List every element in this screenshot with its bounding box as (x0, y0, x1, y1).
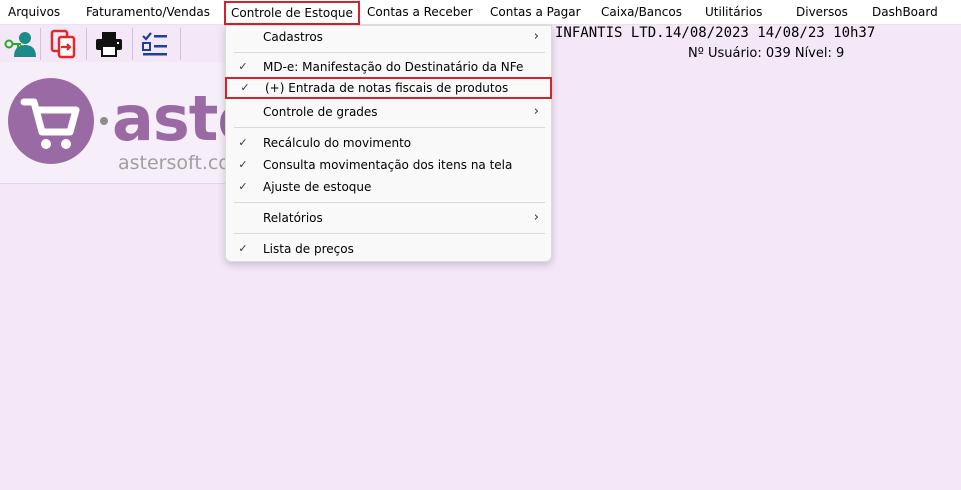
print-button[interactable] (89, 28, 129, 60)
chevron-right-icon: › (533, 210, 539, 225)
menu-item-relatorios[interactable]: Relatórios › (226, 207, 551, 229)
menu-item-entrada-notas-fiscais[interactable]: ✓ (+) Entrada de notas fiscais de produt… (225, 77, 552, 99)
menu-contas-a-pagar[interactable]: Contas a Pagar (490, 0, 581, 25)
menu-separator (234, 202, 545, 203)
menu-item-label: Recálculo do movimento (263, 136, 412, 150)
logo-dot (100, 117, 108, 125)
menu-item-label: Consulta movimentação dos itens na tela (263, 158, 513, 172)
menu-item-cadastros[interactable]: Cadastros › (226, 26, 551, 48)
check-icon: ✓ (238, 136, 248, 149)
menu-item-consulta-movimentacao[interactable]: ✓ Consulta movimentação dos itens na tel… (226, 154, 551, 176)
printer-icon (96, 32, 122, 57)
menu-item-label: (+) Entrada de notas fiscais de produtos (265, 81, 509, 95)
chevron-right-icon: › (533, 104, 539, 119)
chevron-right-icon: › (533, 29, 539, 44)
document-exchange-button[interactable] (43, 28, 83, 60)
check-icon: ✓ (240, 81, 250, 94)
toolbar-separator (86, 28, 87, 60)
menu-item-label: Relatórios (263, 211, 323, 225)
check-icon: ✓ (238, 60, 248, 73)
toolbar (0, 26, 225, 62)
menu-separator (234, 233, 545, 234)
document-exchange-icon (50, 29, 76, 59)
menu-item-label: Ajuste de estoque (263, 180, 372, 194)
toolbar-separator (180, 28, 181, 60)
check-icon: ✓ (238, 242, 248, 255)
company-date-status: INFANTIS LTD.14/08/2023 14/08/23 10h37 (555, 25, 876, 41)
checklist-button[interactable] (135, 28, 175, 60)
logo-url: astersoft.com (118, 152, 226, 174)
checklist-icon (142, 32, 167, 56)
logo-circle (8, 78, 94, 164)
menu-item-recalculo-movimento[interactable]: ✓ Recálculo do movimento (226, 132, 551, 154)
menu-separator (234, 52, 545, 53)
toolbar-separator (40, 28, 41, 60)
menu-faturamento-vendas[interactable]: Faturamento/Vendas (86, 0, 210, 25)
logo-wordmark: aster (112, 82, 226, 155)
logo-banner: aster astersoft.com (0, 62, 226, 184)
user-key-button[interactable] (0, 28, 40, 60)
check-icon: ✓ (238, 180, 248, 193)
menu-item-label: MD-e: Manifestação do Destinatário da NF… (263, 60, 524, 74)
menu-bar: Arquivos Faturamento/Vendas Controle de … (0, 0, 961, 25)
menu-item-label: Controle de grades (263, 105, 378, 119)
toolbar-separator (132, 28, 133, 60)
user-key-icon (4, 32, 36, 57)
controle-de-estoque-dropdown: Cadastros › ✓ MD-e: Manifestação do Dest… (225, 25, 552, 262)
menu-separator (234, 127, 545, 128)
user-level-status: Nº Usuário: 039 Nível: 9 (688, 46, 845, 61)
menu-item-label: Cadastros (263, 30, 323, 44)
menu-item-md-e-manifestacao[interactable]: ✓ MD-e: Manifestação do Destinatário da … (226, 56, 551, 78)
menu-diversos[interactable]: Diversos (796, 0, 848, 25)
menu-controle-de-estoque[interactable]: Controle de Estoque (224, 1, 360, 25)
menu-utilitarios[interactable]: Utilitários (705, 0, 762, 25)
menu-item-ajuste-de-estoque[interactable]: ✓ Ajuste de estoque (226, 176, 551, 198)
menu-item-controle-de-grades[interactable]: Controle de grades › (226, 101, 551, 123)
menu-caixa-bancos[interactable]: Caixa/Bancos (601, 0, 682, 25)
menu-item-label: Lista de preços (263, 242, 354, 256)
shopping-cart-icon (20, 98, 80, 149)
check-icon: ✓ (238, 158, 248, 171)
menu-contas-a-receber[interactable]: Contas a Receber (367, 0, 473, 25)
menu-item-lista-de-precos[interactable]: ✓ Lista de preços (226, 238, 551, 260)
menu-dashboard[interactable]: DashBoard (872, 0, 938, 25)
menu-arquivos[interactable]: Arquivos (8, 0, 60, 25)
